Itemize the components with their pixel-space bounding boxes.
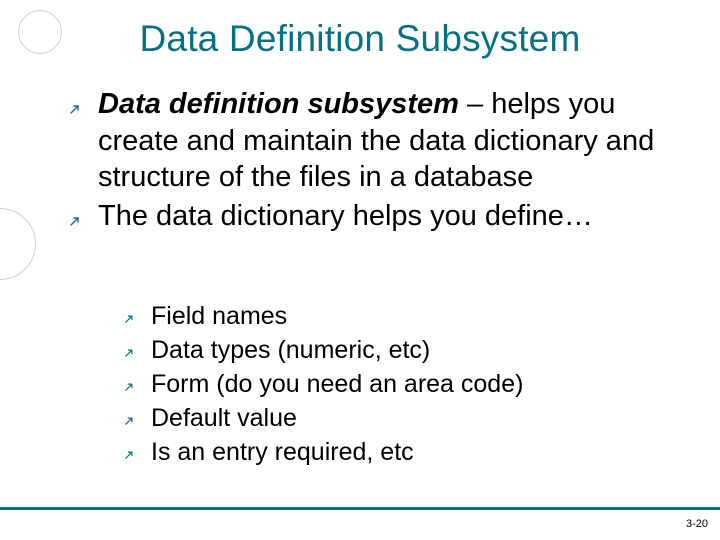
bullet-text: Is an entry required, etc: [151, 436, 414, 469]
slide-number: 3-20: [686, 518, 708, 530]
arrow-icon: [125, 402, 151, 425]
arrow-icon: [125, 300, 151, 323]
list-item: Field names: [125, 300, 665, 333]
list-item: The data dictionary helps you define…: [70, 198, 676, 235]
arrow-icon: [70, 86, 98, 114]
page-title: Data Definition Subsystem: [0, 18, 720, 60]
arrow-icon: [70, 198, 98, 226]
list-item: Is an entry required, etc: [125, 436, 665, 469]
bullet-text: Data definition subsystem – helps you cr…: [98, 86, 676, 196]
sub-bullet-list: Field names Data types (numeric, etc) Fo…: [125, 300, 665, 470]
arrow-icon: [125, 436, 151, 459]
arrow-icon: [125, 334, 151, 357]
main-bullet-list: Data definition subsystem – helps you cr…: [70, 86, 676, 236]
bullet-text: Data types (numeric, etc): [151, 334, 430, 367]
list-item: Data types (numeric, etc): [125, 334, 665, 367]
bullet-text: The data dictionary helps you define…: [98, 198, 593, 235]
list-item: Default value: [125, 402, 665, 435]
list-item: Form (do you need an area code): [125, 368, 665, 401]
bullet-text: Field names: [151, 300, 287, 333]
list-item: Data definition subsystem – helps you cr…: [70, 86, 676, 196]
decor-circle-side: [0, 208, 36, 280]
bullet-text: Form (do you need an area code): [151, 368, 523, 401]
arrow-icon: [125, 368, 151, 391]
bullet-text: Default value: [151, 402, 297, 435]
bottom-divider: [0, 507, 720, 510]
